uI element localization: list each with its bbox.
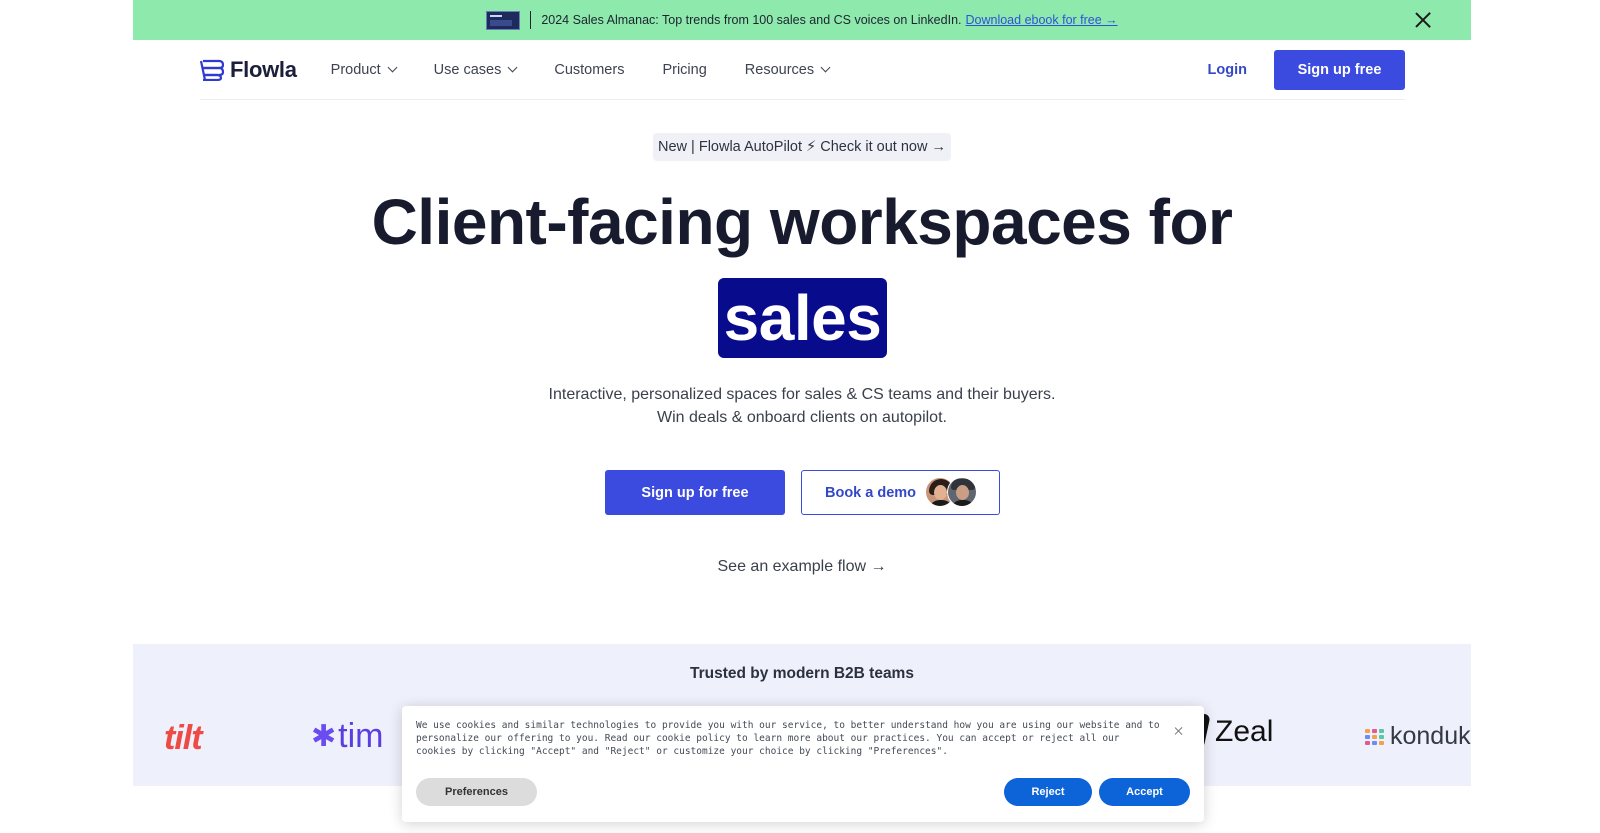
avatar [947,477,977,507]
ebook-thumbnail [486,10,521,30]
signup-for-free-button[interactable]: Sign up for free [605,470,785,515]
konduk-mark-icon [1365,728,1384,745]
download-ebook-link[interactable]: Download ebook for free → [966,13,1118,27]
nav-label: Use cases [433,61,502,78]
hero-subtitle-line1: Interactive, personalized spaces for sal… [548,386,1056,403]
reject-button[interactable]: Reject [1004,778,1092,806]
flowla-logo[interactable]: Flowla [200,57,297,83]
chevron-down-icon [820,62,831,73]
signup-button[interactable]: Sign up free [1274,49,1405,90]
konduk-logo-text: konduk [1390,722,1471,750]
book-demo-label: Book a demo [825,484,917,501]
hero-subtitle-line2: Win deals & onboard clients on autopilot… [657,409,947,426]
team-avatars [925,477,979,507]
nav-pricing[interactable]: Pricing [662,62,706,78]
nav-product[interactable]: Product [330,61,398,78]
cookie-banner: We use cookies and similar technologies … [402,706,1204,822]
nav-customers[interactable]: Customers [554,62,624,78]
announcement-pill[interactable]: New | Flowla AutoPilot ⚡ Check it out no… [653,133,951,161]
announcement-text: 2024 Sales Almanac: Top trends from 100 … [541,13,962,27]
chevron-down-icon [507,62,518,73]
cookie-text: We use cookies and similar technologies … [416,720,1160,758]
close-icon[interactable] [1174,726,1184,736]
preferences-button[interactable]: Preferences [416,778,537,806]
zeal-logo-text: Zeal [1215,715,1274,748]
nav-label: Customers [554,61,625,78]
flowla-logo-icon [200,59,224,81]
logo-text: Flowla [230,56,297,82]
nav-label: Resources [744,61,815,78]
zeal-logo: Zeal [1189,714,1274,750]
tim-logo-text: tim [338,717,384,755]
hero-highlight-word: sales [718,278,887,358]
example-flow-link[interactable]: See an example flow → [133,558,1471,576]
nav-use-cases[interactable]: Use cases [433,61,518,78]
announcement-bar: 2024 Sales Almanac: Top trends from 100 … [133,0,1471,40]
hero-title: Client-facing workspaces for [371,186,1233,258]
login-link[interactable]: Login [1208,62,1247,78]
nav-resources[interactable]: Resources [744,61,831,78]
asterisk-icon: ✱ [311,720,337,753]
nav-label: Pricing [662,61,707,78]
nav-label: Product [330,61,381,78]
main-nav: Flowla Product Use cases Customers Prici… [200,40,1405,100]
konduk-logo: konduk [1365,722,1471,751]
page-frame: 2024 Sales Almanac: Top trends from 100 … [133,0,1471,833]
close-icon[interactable] [1413,10,1433,30]
tim-logo: ✱ tim [311,717,383,756]
chevron-down-icon [387,62,398,73]
accept-button[interactable]: Accept [1099,778,1190,806]
divider [530,11,532,29]
book-demo-button[interactable]: Book a demo [801,470,1000,515]
tilt-logo: tilt [164,719,203,757]
nav-actions: Login Sign up free [1208,49,1405,90]
trusted-title: Trusted by modern B2B teams [690,665,914,682]
